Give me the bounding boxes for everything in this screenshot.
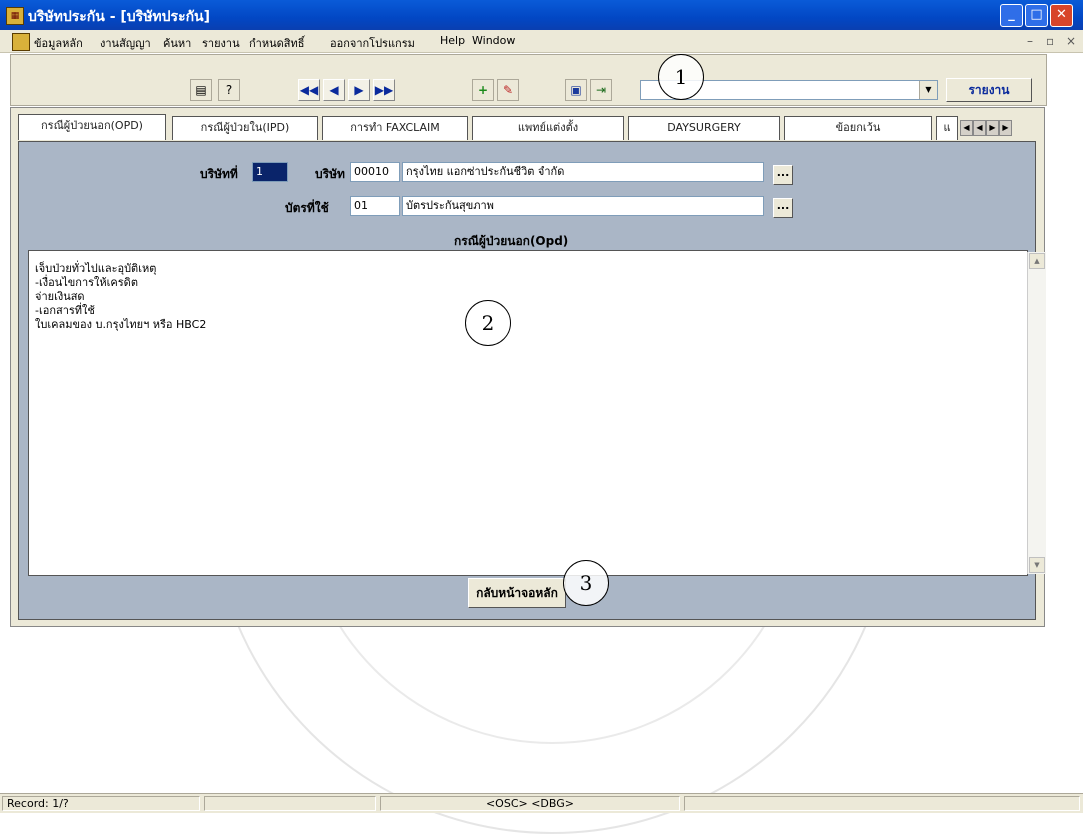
tab-more[interactable]: แ	[936, 116, 958, 140]
tab-ipd[interactable]: กรณีผู้ป่วยใน(IPD)	[172, 116, 318, 140]
company-name-field[interactable]: กรุงไทย แอกซ่าประกันชีวิต จำกัด	[402, 162, 764, 182]
database-icon[interactable]: ▤	[190, 79, 212, 101]
tab-first-button[interactable]: ◀	[960, 120, 973, 136]
menu-contracts[interactable]: งานสัญญา	[100, 34, 151, 52]
delete-record-icon[interactable]: ✎	[497, 79, 519, 101]
tab-daysurgery[interactable]: DAYSURGERY	[628, 116, 780, 140]
minimize-button[interactable]: _	[1000, 4, 1023, 27]
tab-next-button[interactable]: ▶	[986, 120, 999, 136]
company-lookup-button[interactable]: ...	[773, 165, 793, 185]
new-record-icon[interactable]: +	[472, 79, 494, 101]
memo-line: ใบเคลมของ บ.กรุงไทยฯ หรือ HBC2	[35, 318, 207, 331]
tab-appointed-doctor[interactable]: แพทย์แต่งตั้ง	[472, 116, 624, 140]
status-panel-empty	[204, 796, 376, 811]
maximize-button[interactable]: □	[1025, 4, 1048, 27]
chevron-down-icon[interactable]: ▼	[919, 81, 937, 99]
document-icon	[12, 33, 30, 51]
prev-record-button[interactable]: ◀	[323, 79, 345, 101]
save-icon[interactable]: ▣	[565, 79, 587, 101]
vertical-scrollbar[interactable]: ▲ ▼	[1027, 252, 1046, 574]
back-to-main-button[interactable]: กลับหน้าจอหลัก	[468, 578, 566, 608]
tab-last-button[interactable]: ▶	[999, 120, 1012, 136]
next-record-button[interactable]: ▶	[348, 79, 370, 101]
app-icon: ▦	[6, 7, 24, 25]
tab-faxclaim[interactable]: การทำ FAXCLAIM	[322, 116, 468, 140]
tab-exclusions[interactable]: ข้อยกเว้น	[784, 116, 932, 140]
mdi-minimize-button[interactable]: –	[1027, 34, 1033, 48]
menu-permissions[interactable]: กำหนดสิทธิ์	[249, 34, 304, 52]
callout-3: 3	[563, 560, 609, 606]
card-lookup-button[interactable]: ...	[773, 198, 793, 218]
scroll-up-icon[interactable]: ▲	[1029, 253, 1045, 269]
company-label: บริษัท	[315, 167, 345, 181]
status-indicators: <OSC> <DBG>	[380, 796, 680, 811]
menu-reports[interactable]: รายงาน	[202, 34, 240, 52]
last-record-button[interactable]: ▶▶	[373, 79, 395, 101]
menu-help[interactable]: Help	[440, 34, 465, 47]
menu-master-data[interactable]: ข้อมูลหลัก	[34, 34, 83, 52]
card-code-field[interactable]: 01	[350, 196, 400, 216]
opd-notes-textarea[interactable]: เจ็บป่วยทั่วไปและอุบัติเหตุ -เงื่อนไขการ…	[28, 250, 1046, 576]
title-bar: ▦ บริษัทประกัน - [บริษัทประกัน] _ □ ✕	[0, 0, 1083, 30]
status-record: Record: 1/?	[2, 796, 200, 811]
card-label: บัตรที่ใช้	[285, 201, 329, 215]
callout-2: 2	[465, 300, 511, 346]
company-code-field[interactable]: 00010	[350, 162, 400, 182]
scroll-down-icon[interactable]: ▼	[1029, 557, 1045, 573]
help-icon[interactable]: ?	[218, 79, 240, 101]
menu-exit[interactable]: ออกจากโปรแกรม	[330, 34, 415, 52]
exit-door-icon[interactable]: ⇥	[590, 79, 612, 101]
menu-window[interactable]: Window	[472, 34, 515, 47]
tab-prev-button[interactable]: ◀	[973, 120, 986, 136]
menu-bar: ข้อมูลหลัก งานสัญญา ค้นหา รายงาน กำหนดสิ…	[0, 30, 1083, 53]
card-name-field[interactable]: บัตรประกันสุขภาพ	[402, 196, 764, 216]
window-title: บริษัทประกัน - [บริษัทประกัน]	[28, 9, 211, 25]
section-title: กรณีผู้ป่วยนอก(Opd)	[454, 234, 569, 248]
mdi-restore-button[interactable]: ▫	[1046, 34, 1054, 48]
status-panel-right	[684, 796, 1080, 811]
mdi-close-button[interactable]: ×	[1066, 34, 1076, 48]
report-button[interactable]: รายงาน	[946, 78, 1032, 102]
tab-opd[interactable]: กรณีผู้ป่วยนอก(OPD)	[18, 114, 166, 140]
company-no-label: บริษัทที่	[200, 167, 238, 181]
first-record-button[interactable]: ◀◀	[298, 79, 320, 101]
menu-search[interactable]: ค้นหา	[163, 34, 191, 52]
callout-1: 1	[658, 54, 704, 100]
close-button[interactable]: ✕	[1050, 4, 1073, 27]
company-no-field[interactable]: 1	[252, 162, 288, 182]
